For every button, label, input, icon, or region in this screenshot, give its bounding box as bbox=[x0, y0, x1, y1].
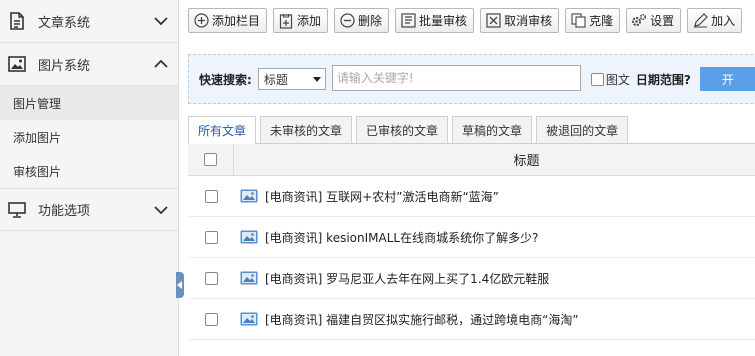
image-article-icon bbox=[240, 189, 258, 203]
delete-button[interactable]: 删除 bbox=[334, 8, 390, 33]
button-label: 添加栏目 bbox=[212, 14, 261, 28]
chevron-up-icon bbox=[154, 57, 168, 71]
row-checkbox[interactable] bbox=[204, 189, 218, 203]
article-title-link[interactable]: [电商资讯] kesionIMALL在线商城系统你了解多少? bbox=[265, 229, 538, 246]
article-table: 标题 [电商资讯] 互联网+农村”激活电商新“蓝海” [电商资讯] kesion… bbox=[188, 143, 755, 340]
search-field-value: 标题 bbox=[263, 72, 288, 87]
chevron-down-icon bbox=[154, 203, 168, 217]
arrow-left-icon bbox=[177, 281, 182, 289]
tab-returned-articles[interactable]: 被退回的文章 bbox=[536, 116, 629, 144]
row-checkbox[interactable] bbox=[204, 312, 218, 326]
select-all-checkbox[interactable] bbox=[204, 153, 217, 166]
settings-button[interactable]: 设置 bbox=[626, 8, 682, 33]
tab-draft-articles[interactable]: 草稿的文章 bbox=[452, 116, 533, 144]
add-column-button[interactable]: 添加栏目 bbox=[188, 8, 268, 33]
cancel-review-icon bbox=[485, 13, 501, 29]
button-label: 加入 bbox=[711, 14, 736, 28]
clone-button[interactable]: 克隆 bbox=[565, 8, 621, 33]
sidebar: 文章系统 图片系统 图片管理 添加图片 审核图片 功能选项 bbox=[0, 0, 179, 356]
table-row: [电商资讯] 互联网+农村”激活电商新“蓝海” bbox=[188, 176, 755, 217]
sidebar-group-label: 功能选项 bbox=[38, 204, 91, 219]
sidebar-group-label: 图片系统 bbox=[38, 58, 91, 74]
button-label: 克隆 bbox=[589, 14, 614, 28]
add-file-icon bbox=[278, 13, 294, 29]
sidebar-item-picture-manage[interactable]: 图片管理 bbox=[0, 86, 178, 120]
button-label: 删除 bbox=[358, 14, 383, 28]
column-header-title: 标题 bbox=[513, 154, 540, 169]
document-icon bbox=[8, 12, 26, 30]
quick-search-label: 快速搜索: bbox=[199, 72, 252, 87]
pencil-icon bbox=[692, 13, 708, 29]
gear-icon bbox=[631, 13, 647, 29]
cancel-review-button[interactable]: 取消审核 bbox=[480, 8, 560, 33]
toolbar: 添加栏目 添加 删除 批量审核 取消审核 克隆 设置 加入 bbox=[188, 8, 743, 34]
add-button[interactable]: 添加 bbox=[273, 8, 329, 33]
search-field-select[interactable]: 标题 bbox=[257, 68, 326, 90]
chevron-down-icon bbox=[154, 14, 168, 28]
article-title-link[interactable]: [电商资讯] 福建自贸区拟实施行邮税，通过跨境电商“海淘” bbox=[265, 311, 579, 328]
tab-all-articles[interactable]: 所有文章 bbox=[188, 116, 257, 144]
article-tabs: 所有文章 未审核的文章 已审核的文章 草稿的文章 被退回的文章 bbox=[188, 116, 755, 144]
select-all-cell bbox=[188, 143, 234, 176]
sidebar-collapse-handle[interactable] bbox=[176, 272, 184, 298]
button-label: 取消审核 bbox=[504, 14, 553, 28]
date-range-label[interactable]: 日期范围? bbox=[636, 71, 691, 88]
image-article-icon bbox=[240, 271, 258, 285]
image-text-label: 图文 bbox=[605, 72, 630, 87]
article-title-link[interactable]: [电商资讯] 互联网+农村”激活电商新“蓝海” bbox=[265, 188, 499, 205]
sidebar-group-articles[interactable]: 文章系统 bbox=[0, 0, 178, 43]
minus-circle-icon bbox=[339, 13, 355, 29]
batch-review-button[interactable]: 批量审核 bbox=[395, 8, 475, 33]
sidebar-group-pictures[interactable]: 图片系统 bbox=[0, 43, 178, 86]
table-row: [电商资讯] 罗马尼亚人去年在网上买了1.4亿欧元鞋服 bbox=[188, 258, 755, 299]
plus-circle-icon bbox=[193, 13, 209, 29]
batch-review-icon bbox=[400, 13, 416, 29]
tab-unreviewed-articles[interactable]: 未审核的文章 bbox=[260, 116, 353, 144]
keyword-input[interactable] bbox=[331, 65, 581, 91]
clone-icon bbox=[570, 13, 586, 29]
button-label: 批量审核 bbox=[419, 14, 468, 28]
sidebar-item-review-picture[interactable]: 审核图片 bbox=[0, 154, 178, 188]
sidebar-item-add-picture[interactable]: 添加图片 bbox=[0, 120, 178, 154]
picture-icon bbox=[8, 55, 26, 73]
row-checkbox[interactable] bbox=[204, 271, 218, 285]
table-header: 标题 bbox=[188, 143, 755, 176]
table-row: [电商资讯] 福建自贸区拟实施行邮税，通过跨境电商“海淘” bbox=[188, 299, 755, 340]
monitor-icon bbox=[8, 201, 26, 219]
tab-reviewed-articles[interactable]: 已审核的文章 bbox=[356, 116, 449, 144]
button-label: 设置 bbox=[650, 14, 675, 28]
row-checkbox[interactable] bbox=[204, 230, 218, 244]
start-search-button[interactable]: 开 bbox=[699, 67, 755, 91]
button-label: 添加 bbox=[297, 14, 322, 28]
join-button[interactable]: 加入 bbox=[687, 8, 743, 33]
dropdown-arrow-icon bbox=[312, 77, 321, 82]
article-title-link[interactable]: [电商资讯] 罗马尼亚人去年在网上买了1.4亿欧元鞋服 bbox=[265, 270, 549, 287]
sidebar-group-label: 文章系统 bbox=[38, 15, 91, 31]
image-article-icon bbox=[240, 312, 258, 326]
quick-search-panel: 快速搜索: 标题 图文 日期范围? 开 bbox=[188, 54, 755, 104]
image-article-icon bbox=[240, 230, 258, 244]
image-text-checkbox[interactable] bbox=[590, 72, 604, 86]
sidebar-group-functions[interactable]: 功能选项 bbox=[0, 188, 178, 231]
image-text-option[interactable]: 图文 bbox=[590, 71, 630, 88]
table-row: [电商资讯] kesionIMALL在线商城系统你了解多少? bbox=[188, 217, 755, 258]
